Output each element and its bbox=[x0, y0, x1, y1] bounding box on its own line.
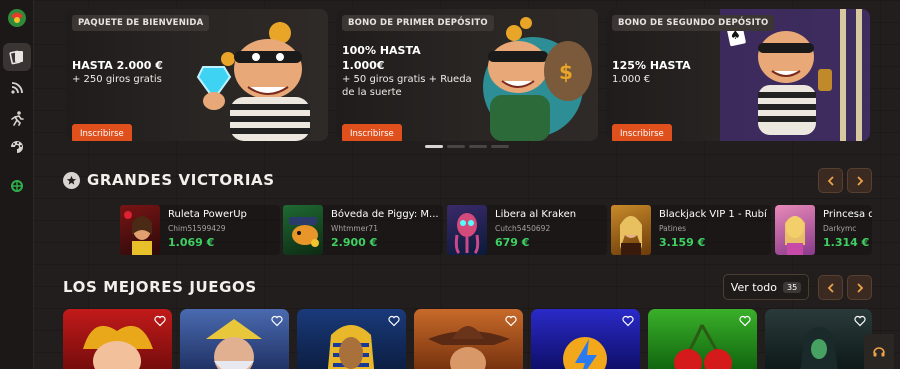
win-game-name: Ruleta PowerUp bbox=[168, 209, 247, 220]
game-thumbnail bbox=[283, 205, 323, 255]
game-tile[interactable] bbox=[414, 309, 523, 369]
banner-tag: PAQUETE DE BIENVENIDA bbox=[72, 15, 210, 31]
win-game-name: Libera al Kraken bbox=[495, 209, 577, 220]
big-wins-next-button[interactable] bbox=[847, 168, 872, 193]
chevron-right-icon bbox=[856, 175, 863, 186]
win-username: Darkymc bbox=[823, 224, 857, 233]
win-amount: 1.069 € bbox=[168, 236, 215, 249]
win-item[interactable]: Libera al Kraken Cutch5450692 679 € bbox=[447, 205, 607, 255]
pagination-dot[interactable] bbox=[469, 145, 487, 148]
chevron-left-icon bbox=[827, 175, 834, 186]
win-item[interactable]: Princesa d Darkymc 1.314 € bbox=[775, 205, 872, 255]
win-amount: 3.159 € bbox=[659, 236, 706, 249]
games-count-badge: 35 bbox=[783, 281, 802, 293]
logo-icon[interactable] bbox=[6, 7, 28, 29]
win-username: Cutch5450692 bbox=[495, 224, 551, 233]
favorite-icon[interactable] bbox=[739, 315, 751, 327]
signup-button[interactable]: Inscribirse bbox=[612, 124, 672, 141]
banner-subtitle: 1.000 € bbox=[612, 74, 651, 85]
game-tile[interactable] bbox=[531, 309, 640, 369]
support-chat-button[interactable] bbox=[864, 334, 894, 369]
game-thumbnail bbox=[611, 205, 651, 255]
win-game-name: Blackjack VIP 1 - Rubí bbox=[659, 209, 767, 220]
game-thumbnail bbox=[120, 205, 160, 255]
view-all-button[interactable]: Ver todo 35 bbox=[723, 274, 809, 300]
game-tile[interactable] bbox=[297, 309, 406, 369]
promo-banner-welcome[interactable]: PAQUETE DE BIENVENIDA HASTA 2.000 € + 25… bbox=[66, 9, 328, 141]
virtual-icon[interactable] bbox=[3, 133, 31, 161]
win-username: Patines bbox=[659, 224, 687, 233]
banner-tag: BONO DE SEGUNDO DEPÓSITO bbox=[612, 15, 775, 31]
game-tile[interactable] bbox=[648, 309, 757, 369]
win-game-name: Bóveda de Piggy: M... bbox=[331, 209, 439, 220]
win-amount: 1.314 € bbox=[823, 236, 870, 249]
banner-subtitle: + 50 giros gratis + Rueda de la suerte bbox=[342, 74, 472, 98]
top-games-title: LOS MEJORES JUEGOS bbox=[63, 278, 257, 296]
big-wins-title: GRANDES VICTORIAS bbox=[87, 171, 275, 189]
favorite-icon[interactable] bbox=[622, 315, 634, 327]
win-username: Whtmmer71 bbox=[331, 224, 378, 233]
favorite-icon[interactable] bbox=[854, 315, 866, 327]
chevron-left-icon bbox=[827, 282, 834, 293]
win-game-name: Princesa d bbox=[823, 209, 872, 220]
big-wins-prev-button[interactable] bbox=[818, 168, 843, 193]
win-amount: 2.900 € bbox=[331, 236, 378, 249]
win-amount: 679 € bbox=[495, 236, 530, 249]
banner-title: 125% HASTA bbox=[612, 59, 691, 72]
star-icon bbox=[63, 172, 80, 189]
game-thumbnail bbox=[775, 205, 815, 255]
view-all-label: Ver todo bbox=[730, 280, 778, 294]
promo-icon[interactable] bbox=[3, 172, 31, 200]
favorite-icon[interactable] bbox=[505, 315, 517, 327]
favorite-icon[interactable] bbox=[271, 315, 283, 327]
promo-banner-first-deposit[interactable]: $ BONO DE PRIMER DEPÓSITO 100% HASTA 1.0… bbox=[336, 9, 598, 141]
sports-icon[interactable] bbox=[3, 104, 31, 132]
pagination-dot[interactable] bbox=[447, 145, 465, 148]
promo-banner-second-deposit[interactable]: ♠ BONO DE SEGUNDO DEPÓSITO 125% HASTA 1.… bbox=[606, 9, 870, 141]
live-icon[interactable] bbox=[3, 74, 31, 102]
game-tile[interactable] bbox=[63, 309, 172, 369]
svg-text:$: $ bbox=[559, 60, 573, 84]
game-tile[interactable] bbox=[180, 309, 289, 369]
signup-button[interactable]: Inscribirse bbox=[72, 124, 132, 141]
banner-pagination bbox=[425, 145, 509, 148]
headset-icon bbox=[873, 346, 885, 356]
game-tile[interactable] bbox=[765, 309, 872, 369]
win-item[interactable]: Bóveda de Piggy: M... Whtmmer71 2.900 € bbox=[283, 205, 443, 255]
pagination-dot[interactable] bbox=[425, 145, 443, 148]
signup-button[interactable]: Inscribirse bbox=[342, 124, 402, 141]
banner-title: HASTA 2.000 € bbox=[72, 59, 163, 72]
cards-icon[interactable] bbox=[3, 43, 31, 71]
game-thumbnail bbox=[447, 205, 487, 255]
pagination-dot[interactable] bbox=[491, 145, 509, 148]
win-item[interactable]: Ruleta PowerUp Chim51599429 1.069 € bbox=[120, 205, 280, 255]
banner-title: 100% HASTA 1.000€ bbox=[342, 44, 421, 72]
favorite-icon[interactable] bbox=[388, 315, 400, 327]
banner-tag: BONO DE PRIMER DEPÓSITO bbox=[342, 15, 494, 31]
chevron-right-icon bbox=[856, 282, 863, 293]
banner-subtitle: + 250 giros gratis bbox=[72, 74, 162, 85]
win-username: Chim51599429 bbox=[168, 224, 226, 233]
sidebar bbox=[0, 0, 34, 369]
top-games-next-button[interactable] bbox=[847, 275, 872, 300]
favorite-icon[interactable] bbox=[154, 315, 166, 327]
top-games-prev-button[interactable] bbox=[818, 275, 843, 300]
win-item[interactable]: Blackjack VIP 1 - Rubí Patines 3.159 € bbox=[611, 205, 771, 255]
